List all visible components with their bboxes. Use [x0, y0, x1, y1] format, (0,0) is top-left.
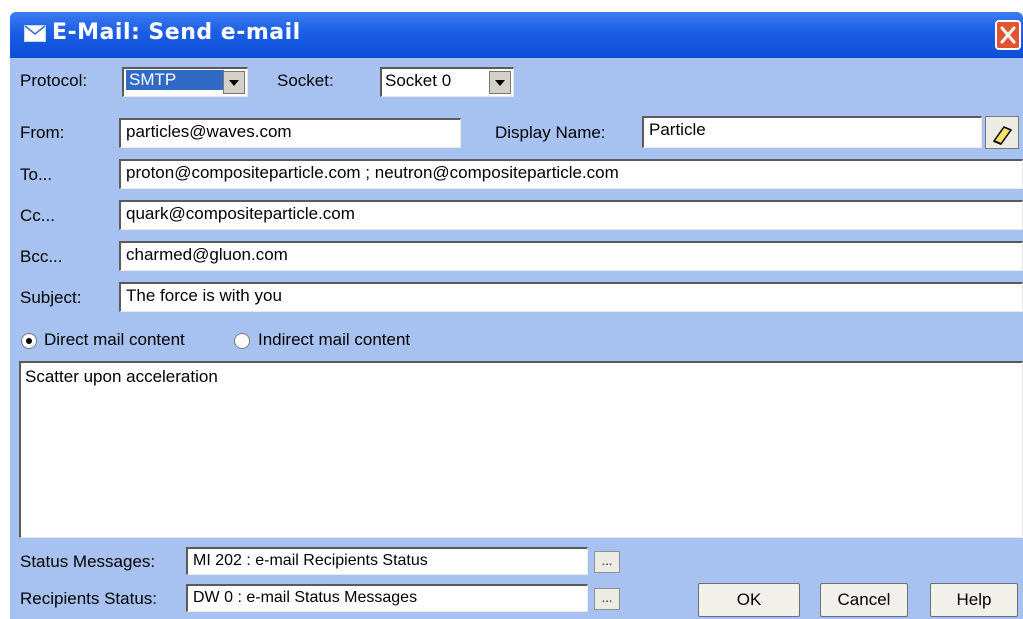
display-name-label: Display Name:	[495, 123, 606, 142]
close-icon	[1000, 26, 1016, 44]
envelope-icon	[24, 25, 46, 42]
recipients-status-field[interactable]: DW 0 : e-mail Status Messages	[186, 584, 588, 612]
dialog-body: Protocol: SMTP Socket: Socket 0 From: pa…	[10, 58, 1023, 619]
protocol-label: Protocol:	[20, 71, 88, 90]
recipients-status-label: Recipients Status:	[20, 589, 158, 608]
display-name-field[interactable]: Particle	[642, 116, 982, 148]
subject-label: Subject:	[20, 288, 82, 307]
socket-label: Socket:	[277, 71, 334, 90]
window-title: E-Mail: Send e-mail	[52, 20, 301, 45]
bcc-field[interactable]: charmed@gluon.com	[119, 241, 1023, 271]
clear-display-name-button[interactable]	[985, 116, 1019, 149]
mail-body-textarea[interactable]: Scatter upon acceleration	[19, 361, 1023, 538]
indirect-content-label: Indirect mail content	[258, 330, 411, 349]
indirect-content-radio[interactable]	[234, 333, 250, 349]
eraser-icon	[992, 126, 1013, 145]
chevron-down-icon[interactable]	[223, 71, 245, 94]
chevron-down-icon[interactable]	[489, 71, 511, 94]
direct-content-radio[interactable]	[21, 333, 37, 349]
socket-select[interactable]: Socket 0	[380, 67, 514, 97]
direct-content-label: Direct mail content	[44, 330, 185, 349]
to-field[interactable]: proton@compositeparticle.com ; neutron@c…	[119, 159, 1023, 189]
cancel-button[interactable]: Cancel	[820, 583, 908, 617]
status-messages-field[interactable]: MI 202 : e-mail Recipients Status	[186, 547, 588, 575]
subject-field[interactable]: The force is with you	[119, 282, 1023, 312]
status-messages-browse-button[interactable]: ...	[594, 551, 620, 573]
cc-label[interactable]: Cc...	[20, 206, 55, 226]
to-label[interactable]: To...	[20, 165, 52, 185]
socket-value: Socket 0	[385, 71, 452, 90]
ok-button[interactable]: OK	[698, 583, 800, 617]
protocol-value: SMTP	[126, 70, 225, 90]
email-dialog: E-Mail: Send e-mail Protocol: SMTP Socke…	[0, 0, 1023, 619]
protocol-select[interactable]: SMTP	[122, 67, 248, 97]
from-field[interactable]: particles@waves.com	[119, 118, 461, 148]
title-bar[interactable]: E-Mail: Send e-mail	[10, 12, 1023, 58]
bcc-label[interactable]: Bcc...	[20, 247, 63, 267]
from-label: From:	[20, 123, 65, 142]
recipients-status-browse-button[interactable]: ...	[594, 588, 620, 610]
cc-field[interactable]: quark@compositeparticle.com	[119, 200, 1023, 230]
help-button[interactable]: Help	[930, 583, 1018, 617]
close-button[interactable]	[995, 20, 1021, 50]
status-messages-label: Status Messages:	[20, 552, 156, 571]
